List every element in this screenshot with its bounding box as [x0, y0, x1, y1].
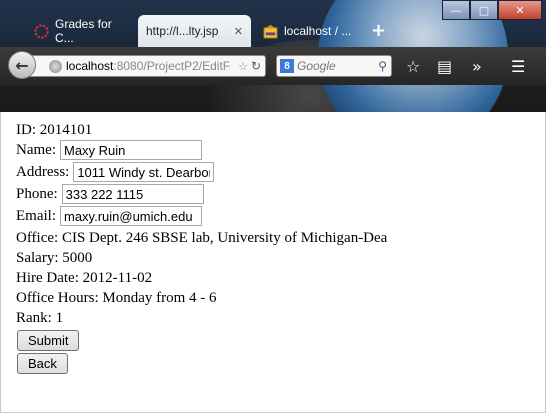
submit-button[interactable]: Submit — [17, 330, 80, 351]
office-label: Office: — [16, 229, 59, 246]
email-field[interactable] — [60, 206, 202, 226]
salary-row: Salary: 5000 — [16, 247, 92, 269]
name-row: Name: — [16, 139, 202, 161]
url-path: :8080/ProjectP2/EditF — [113, 59, 231, 73]
office-hours-label: Office Hours: — [16, 289, 99, 306]
rank-row: Rank: 1 — [16, 307, 63, 329]
salary-value: 5000 — [62, 249, 93, 266]
name-field[interactable] — [59, 140, 202, 160]
tab-label: http://l...lty.jsp — [146, 24, 219, 38]
tab-label: localhost / ... — [284, 24, 352, 38]
address-label: Address: — [16, 163, 70, 180]
google-engine-icon[interactable]: 8 — [280, 59, 294, 73]
reload-icon[interactable]: ↻ — [251, 59, 265, 73]
name-label: Name: — [16, 141, 56, 158]
bookmark-star-icon[interactable]: ☆ — [235, 60, 251, 73]
address-field[interactable] — [73, 162, 215, 182]
salary-label: Salary: — [16, 249, 59, 266]
back-page-button[interactable]: Back — [17, 353, 68, 374]
tab-grades[interactable]: Grades for C... — [26, 15, 134, 47]
back-arrow-icon: ← — [15, 55, 29, 75]
maximize-button[interactable]: □ — [470, 0, 498, 20]
search-placeholder: Google — [297, 59, 336, 73]
url-host: localhost — [66, 59, 114, 73]
bookmarks-star-icon[interactable]: ☆ — [406, 57, 420, 76]
phone-field[interactable] — [61, 184, 204, 204]
back-button[interactable]: ← — [8, 51, 36, 79]
rank-label: Rank: — [16, 309, 52, 326]
navigation-bar: localhost:8080/ProjectP2/EditF ☆ ↻ ← 8 G… — [0, 47, 546, 85]
search-icon[interactable]: ⚲ — [378, 59, 391, 73]
office-row: Office: CIS Dept. 246 SBSE lab, Universi… — [16, 227, 387, 249]
office-value: CIS Dept. 246 SBSE lab, University of Mi… — [61, 229, 388, 246]
address-row: Address: — [16, 161, 215, 183]
bookmarks-menu-icon[interactable]: ▤ — [437, 57, 452, 76]
office-hours-value: Monday from 4 - 6 — [102, 289, 217, 306]
address-bar[interactable]: localhost:8080/ProjectP2/EditF ☆ ↻ — [30, 55, 266, 77]
phpmyadmin-icon — [263, 24, 278, 39]
browser-chrome: — □ ✕ Grades for C... http://l...lty.jsp… — [0, 0, 546, 112]
hire-date-value: 2012-11-02 — [82, 269, 153, 286]
rank-value: 1 — [55, 309, 64, 326]
overflow-chevron-icon[interactable]: » — [472, 57, 482, 76]
search-box[interactable]: 8 Google ⚲ — [276, 55, 392, 77]
page-content: ID: 2014101 Name: Address: Phone: Email:… — [0, 112, 546, 413]
window-controls: — □ ✕ — [442, 0, 542, 20]
close-window-button[interactable]: ✕ — [498, 0, 542, 20]
university-icon — [34, 23, 49, 39]
email-label: Email: — [16, 207, 56, 224]
minimize-button[interactable]: — — [442, 0, 470, 20]
office-hours-row: Office Hours: Monday from 4 - 6 — [16, 287, 217, 309]
new-tab-button[interactable]: + — [371, 20, 386, 41]
id-label: ID: — [16, 121, 36, 138]
tab-label: Grades for C... — [55, 17, 112, 45]
id-value: 2014101 — [39, 121, 93, 138]
hire-date-label: Hire Date: — [16, 269, 79, 286]
id-row: ID: 2014101 — [16, 119, 92, 141]
tab-active-jsp[interactable]: http://l...lty.jsp ✕ — [138, 15, 251, 47]
phone-row: Phone: — [16, 183, 204, 205]
hire-date-row: Hire Date: 2012-11-02 — [16, 267, 152, 289]
email-row: Email: — [16, 205, 202, 227]
phone-label: Phone: — [16, 185, 58, 202]
close-tab-icon[interactable]: ✕ — [234, 25, 243, 38]
menu-icon[interactable]: ☰ — [511, 57, 525, 76]
tab-phpmyadmin[interactable]: localhost / ... — [255, 15, 367, 47]
site-identity-icon[interactable] — [49, 59, 62, 73]
